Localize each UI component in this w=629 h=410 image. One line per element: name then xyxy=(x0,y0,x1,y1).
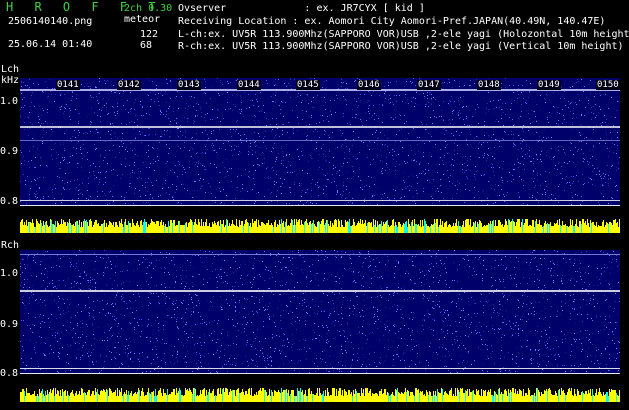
time-tick-0148: 0148 xyxy=(477,80,501,90)
lch-signal-line-4 xyxy=(20,205,620,206)
rch-ytick-0.9: 0.9 xyxy=(0,319,19,330)
time-tick-0144: 0144 xyxy=(237,80,261,90)
meteor-label: meteor xyxy=(124,14,161,25)
time-tick-0149: 0149 xyxy=(537,80,561,90)
lch-signal-line-0 xyxy=(20,89,620,91)
rch-signal-line-1 xyxy=(20,290,620,292)
rch-signal-line-3 xyxy=(20,373,620,374)
time-tick-0146: 0146 xyxy=(357,80,381,90)
datetime-label: 25.06.14 01:40 xyxy=(8,39,93,50)
filename-label: 2506140140.png xyxy=(8,16,93,27)
lch-signal-line-3 xyxy=(20,200,620,201)
rch-meteor-count: 68 xyxy=(140,40,153,51)
rch-ytick-0.8: 0.8 xyxy=(0,368,19,379)
rch-ytick-1.0: 1.0 xyxy=(0,268,19,279)
lch-label: Lch xyxy=(1,64,20,75)
lch-ytick-0.8: 0.8 xyxy=(0,196,19,207)
time-tick-0150: 0150 xyxy=(596,80,620,90)
time-tick-0147: 0147 xyxy=(417,80,441,90)
time-tick-0142: 0142 xyxy=(117,80,141,90)
rch-signal-line-2 xyxy=(20,368,620,369)
time-tick-0145: 0145 xyxy=(296,80,320,90)
location-line: Receiving Location : ex. Aomori City Aom… xyxy=(178,16,606,27)
time-tick-0141: 0141 xyxy=(56,80,80,90)
lch-ytick-1.0: 1.0 xyxy=(0,96,19,107)
rch-label: Rch xyxy=(1,240,20,251)
rch-spectrogram xyxy=(20,250,620,402)
lch-spectrogram xyxy=(20,78,620,233)
rch-config-line: R-ch:ex. UV5R 113.900Mhz(SAPPORO VOR)USB… xyxy=(178,41,624,52)
lch-signal-line-1 xyxy=(20,126,620,128)
rch-level-bars xyxy=(20,388,620,402)
time-tick-0143: 0143 xyxy=(177,80,201,90)
lch-unit-label: kHz xyxy=(1,75,20,86)
observer-line: Ovserver : ex. JR7CYX [ kid ] xyxy=(178,3,425,14)
lch-ytick-0.9: 0.9 xyxy=(0,146,19,157)
lch-config-line: L-ch:ex. UV5R 113.900Mhz(SAPPORO VOR)USB… xyxy=(178,29,629,40)
lch-signal-line-2 xyxy=(20,140,620,141)
rch-signal-line-0 xyxy=(20,254,620,255)
